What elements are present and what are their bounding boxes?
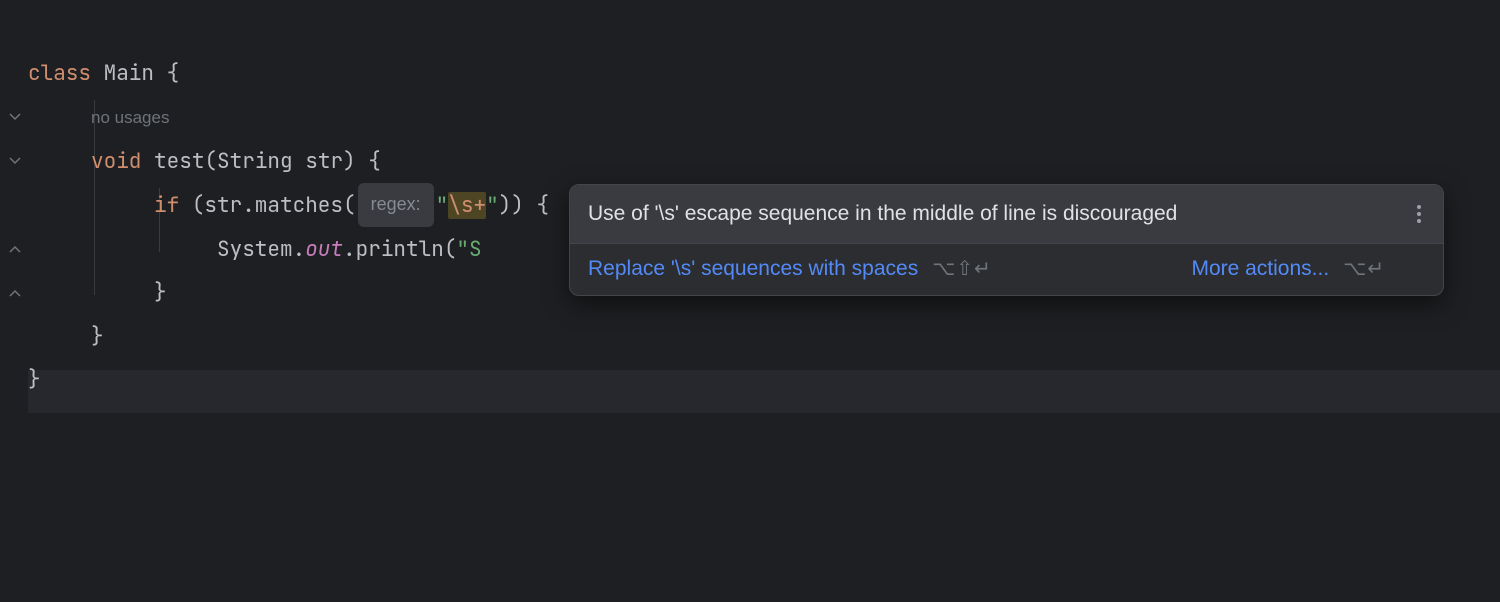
param-hint: regex:: [358, 183, 434, 227]
popup-header: Use of '\s' escape sequence in the middl…: [570, 185, 1443, 243]
keyword-class: class: [28, 60, 91, 87]
escape-sequence-warning[interactable]: \s+: [448, 192, 486, 219]
code-text: .println(: [343, 236, 456, 263]
class-name: Main: [104, 60, 154, 87]
code-area[interactable]: class Main { no usages void test(String …: [28, 8, 549, 445]
punct: {: [154, 60, 179, 87]
punct: (str.matches(: [179, 192, 355, 219]
fold-end-icon[interactable]: [8, 242, 24, 258]
string: S: [469, 236, 482, 263]
string-close: ": [486, 192, 499, 219]
shortcut-label: ⌥↵: [1343, 256, 1385, 281]
punct: ) {: [343, 148, 381, 175]
param-name: str: [293, 148, 343, 175]
fold-end-icon[interactable]: [8, 286, 24, 302]
fold-icon[interactable]: [8, 154, 24, 170]
gutter: [0, 0, 28, 602]
punct: (: [204, 148, 217, 175]
type: String: [217, 148, 293, 175]
code-editor[interactable]: class Main { no usages void test(String …: [0, 0, 1500, 602]
brace-close: }: [28, 366, 41, 393]
inspection-popup: Use of '\s' escape sequence in the middl…: [569, 184, 1444, 296]
quickfix-replace[interactable]: Replace '\s' sequences with spaces: [588, 257, 918, 281]
method-name: test: [154, 148, 204, 175]
field-out: out: [305, 236, 343, 263]
fold-icon[interactable]: [8, 110, 24, 126]
code-text: System.: [217, 236, 305, 263]
keyword-if: if: [154, 192, 179, 219]
more-options-icon[interactable]: [1413, 201, 1425, 227]
more-actions-link[interactable]: More actions...: [1191, 257, 1329, 281]
shortcut-label: ⌥⇧↵: [932, 256, 992, 281]
punct: )) {: [499, 192, 549, 219]
usage-hint: no usages: [91, 108, 169, 127]
brace-close: }: [154, 279, 167, 306]
popup-actions: Replace '\s' sequences with spaces ⌥⇧↵ M…: [570, 243, 1443, 295]
string-open: ": [436, 192, 449, 219]
popup-title: Use of '\s' escape sequence in the middl…: [588, 202, 1177, 226]
string: ": [456, 236, 469, 263]
keyword-void: void: [91, 148, 141, 175]
brace-close: }: [91, 323, 104, 350]
